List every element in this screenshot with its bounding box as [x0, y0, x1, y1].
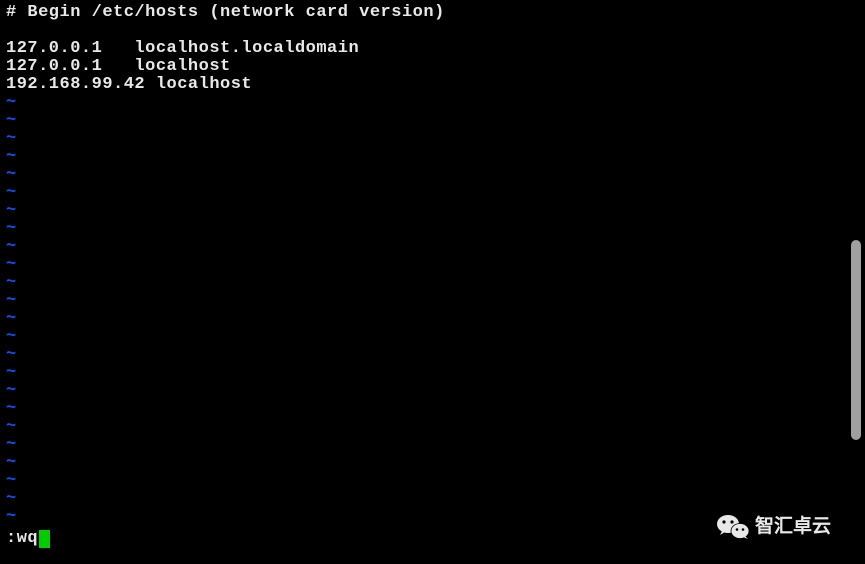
vim-command-line[interactable]: :wq — [6, 530, 50, 548]
tilde-marker: ~ — [6, 94, 834, 112]
scrollbar-thumb[interactable] — [851, 240, 861, 440]
tilde-marker: ~ — [6, 256, 834, 274]
file-line: # Begin /etc/hosts (network card version… — [6, 4, 834, 22]
tilde-marker: ~ — [6, 364, 834, 382]
tilde-marker: ~ — [6, 274, 834, 292]
tilde-marker: ~ — [6, 400, 834, 418]
tilde-marker: ~ — [6, 328, 834, 346]
empty-line-region: ~~~~~~~~~~~~~~~~~~~~~~~~ — [6, 94, 834, 526]
tilde-marker: ~ — [6, 310, 834, 328]
tilde-marker: ~ — [6, 238, 834, 256]
cursor-block — [39, 530, 50, 548]
tilde-marker: ~ — [6, 202, 834, 220]
tilde-marker: ~ — [6, 220, 834, 238]
terminal-editor[interactable]: # Begin /etc/hosts (network card version… — [0, 0, 840, 564]
watermark: 智汇卓云 — [717, 514, 831, 540]
tilde-marker: ~ — [6, 112, 834, 130]
file-line: 192.168.99.42 localhost — [6, 76, 834, 94]
file-line: 127.0.0.1 localhost.localdomain — [6, 40, 834, 58]
file-content: # Begin /etc/hosts (network card version… — [6, 4, 834, 94]
tilde-marker: ~ — [6, 184, 834, 202]
watermark-text: 智汇卓云 — [755, 517, 831, 537]
tilde-marker: ~ — [6, 148, 834, 166]
tilde-marker: ~ — [6, 382, 834, 400]
wechat-icon — [717, 514, 749, 540]
tilde-marker: ~ — [6, 292, 834, 310]
tilde-marker: ~ — [6, 454, 834, 472]
tilde-marker: ~ — [6, 166, 834, 184]
tilde-marker: ~ — [6, 130, 834, 148]
file-line — [6, 22, 834, 40]
command-text: :wq — [6, 530, 38, 548]
tilde-marker: ~ — [6, 418, 834, 436]
tilde-marker: ~ — [6, 436, 834, 454]
tilde-marker: ~ — [6, 508, 834, 526]
tilde-marker: ~ — [6, 472, 834, 490]
scrollbar[interactable] — [845, 0, 863, 564]
tilde-marker: ~ — [6, 490, 834, 508]
tilde-marker: ~ — [6, 346, 834, 364]
file-line: 127.0.0.1 localhost — [6, 58, 834, 76]
